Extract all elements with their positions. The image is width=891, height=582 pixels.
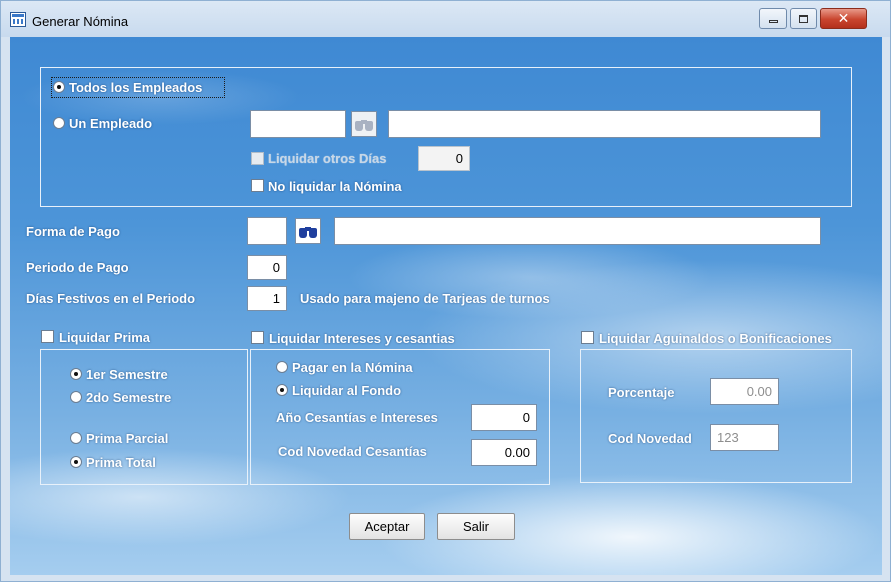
radio-un-empleado[interactable] xyxy=(53,117,65,129)
prima-parcial-label[interactable]: Prima Parcial xyxy=(86,431,168,446)
salir-button[interactable]: Salir xyxy=(437,513,515,540)
cod-novedad-cesantias-label: Cod Novedad Cesantías xyxy=(278,444,427,459)
porcentaje-label: Porcentaje xyxy=(608,385,675,400)
employee-name-input[interactable] xyxy=(388,110,821,138)
close-icon: ✕ xyxy=(837,10,850,27)
maximize-button[interactable] xyxy=(790,8,817,29)
un-empleado-label[interactable]: Un Empleado xyxy=(69,116,152,131)
radio-primer-semestre[interactable] xyxy=(70,368,82,380)
form-body: Todos los Empleados Un Empleado Liquidar… xyxy=(10,37,882,575)
generar-nomina-window: Generar Nómina ✕ Todos los Empleados Un … xyxy=(0,0,891,582)
binoculars-icon xyxy=(355,117,373,131)
radio-liquidar-al-fondo[interactable] xyxy=(276,384,288,396)
radio-prima-total[interactable] xyxy=(70,456,82,468)
radio-segundo-semestre[interactable] xyxy=(70,391,82,403)
anio-cesantias-label: Año Cesantías e Intereses xyxy=(276,410,438,425)
minimize-button[interactable] xyxy=(759,8,787,29)
radio-pagar-en-nomina[interactable] xyxy=(276,361,288,373)
liquidar-intereses-label[interactable]: Liquidar Intereses y cesantias xyxy=(269,331,455,346)
title-bar[interactable]: Generar Nómina ✕ xyxy=(1,1,890,37)
segundo-semestre-label[interactable]: 2do Semestre xyxy=(86,390,171,405)
liquidar-aguinaldos-checkbox[interactable] xyxy=(581,331,594,344)
no-liquidar-nomina-label[interactable]: No liquidar la Nómina xyxy=(268,179,402,194)
forma-de-pago-label: Forma de Pago xyxy=(26,224,120,239)
otros-dias-input[interactable]: 0 xyxy=(418,146,470,171)
cod-novedad-label: Cod Novedad xyxy=(608,431,692,446)
maximize-icon xyxy=(799,14,808,23)
aguinaldos-group xyxy=(580,349,852,483)
liquidar-prima-checkbox[interactable] xyxy=(41,330,54,343)
window-title: Generar Nómina xyxy=(32,14,129,29)
radio-prima-parcial[interactable] xyxy=(70,432,82,444)
minimize-icon xyxy=(768,20,778,23)
cod-novedad-cesantias-input[interactable]: 0.00 xyxy=(471,439,537,466)
anio-cesantias-input[interactable]: 0 xyxy=(471,404,537,431)
dias-festivos-input[interactable]: 1 xyxy=(247,286,287,311)
forma-de-pago-code-input[interactable] xyxy=(247,217,287,245)
dias-festivos-label: Días Festivos en el Periodo xyxy=(26,291,196,306)
pagar-en-nomina-label[interactable]: Pagar en la Nómina xyxy=(292,360,413,375)
liquidar-aguinaldos-label[interactable]: Liquidar Aguinaldos o Bonificaciones xyxy=(599,331,832,346)
aceptar-button[interactable]: Aceptar xyxy=(349,513,425,540)
grid-window-icon xyxy=(10,12,26,27)
liquidar-al-fondo-label[interactable]: Liquidar al Fondo xyxy=(292,383,401,398)
cod-novedad-input[interactable]: 123 xyxy=(710,424,779,451)
primer-semestre-label[interactable]: 1er Semestre xyxy=(86,367,168,382)
porcentaje-input[interactable]: 0.00 xyxy=(710,378,779,405)
radio-todos-empleados[interactable] xyxy=(53,81,65,93)
liquidar-otros-dias-label: Liquidar otros Días xyxy=(268,151,387,166)
dias-festivos-note: Usado para majeno de Tarjeas de turnos xyxy=(300,291,550,306)
employee-search-button[interactable] xyxy=(351,111,377,137)
forma-de-pago-search-button[interactable] xyxy=(295,218,321,244)
prima-total-label[interactable]: Prima Total xyxy=(86,455,156,470)
todos-empleados-label[interactable]: Todos los Empleados xyxy=(69,80,202,95)
liquidar-prima-label[interactable]: Liquidar Prima xyxy=(59,330,150,345)
employee-code-input[interactable] xyxy=(250,110,346,138)
close-button[interactable]: ✕ xyxy=(820,8,867,29)
binoculars-icon xyxy=(299,224,317,238)
forma-de-pago-description-input[interactable] xyxy=(334,217,821,245)
periodo-de-pago-label: Periodo de Pago xyxy=(26,260,129,275)
liquidar-intereses-checkbox[interactable] xyxy=(251,331,264,344)
periodo-de-pago-input[interactable]: 0 xyxy=(247,255,287,280)
no-liquidar-nomina-checkbox[interactable] xyxy=(251,179,264,192)
liquidar-otros-dias-checkbox[interactable] xyxy=(251,152,264,165)
